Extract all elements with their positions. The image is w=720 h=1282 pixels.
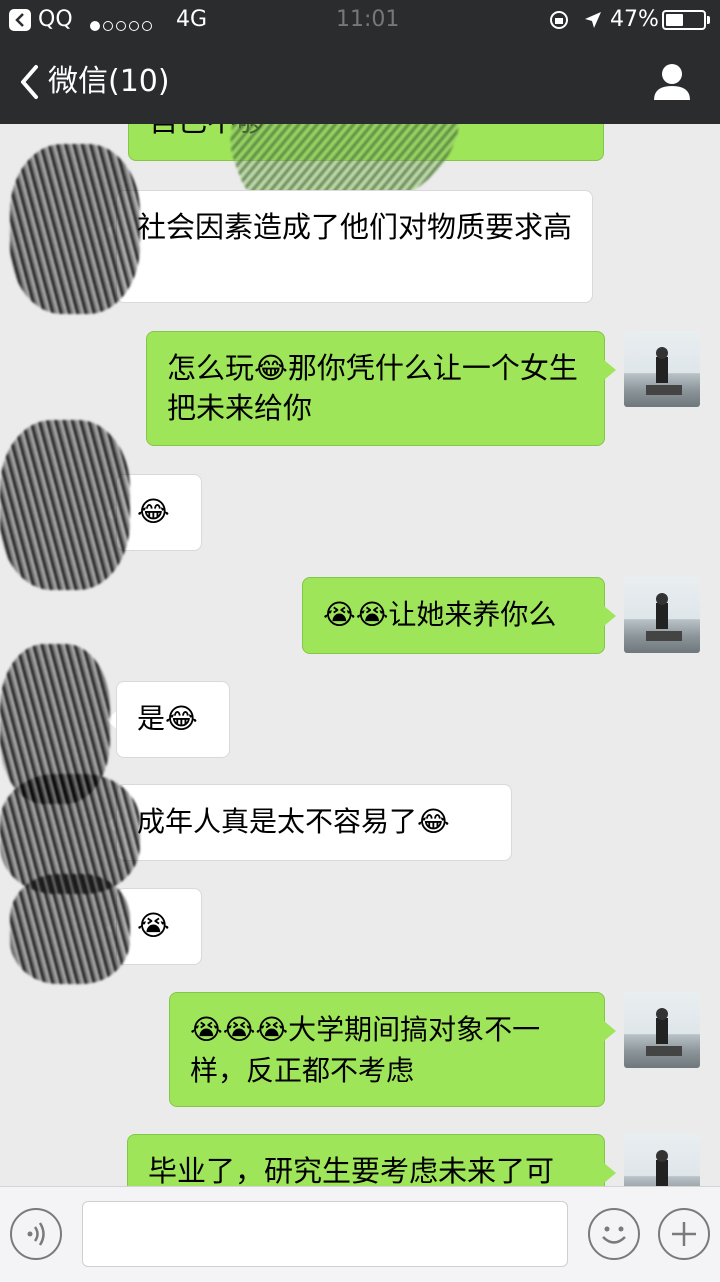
add-button[interactable]: [658, 1208, 710, 1260]
redacted-avatar: [10, 144, 140, 314]
bubble-tail: [604, 606, 616, 626]
message-bubble-outgoing[interactable]: 怎么玩😂那你凭什么让一个女生把未来给你: [146, 331, 605, 446]
person-icon[interactable]: [650, 62, 694, 102]
message-text: 成年人真是太不容易了😂: [137, 805, 450, 838]
avatar[interactable]: [624, 331, 700, 407]
chevron-left-icon: [21, 65, 38, 99]
avatar[interactable]: [624, 577, 700, 653]
rotation-lock-icon: [550, 11, 568, 29]
back-app-label[interactable]: QQ: [38, 7, 73, 32]
plus-icon: [672, 1222, 696, 1246]
status-time: 11:01: [336, 7, 400, 32]
message-text: 怎么玩😂那你凭什么让一个女生把未来给你: [167, 351, 578, 425]
back-to-app-icon[interactable]: [9, 9, 31, 31]
message-bubble-outgoing[interactable]: 😭😭😭大学期间搞对象不一样，反正都不考虑: [169, 992, 605, 1107]
chat-area[interactable]: 自己不够 社会因素造成了他们对物质要求高 怎么玩😂那你凭什么让一个女生把未来给你…: [0, 124, 720, 1186]
emoji-button[interactable]: [588, 1208, 640, 1260]
message-bubble-incoming[interactable]: 社会因素造成了他们对物质要求高: [116, 190, 593, 303]
message-bubble-incoming[interactable]: 是😂: [116, 681, 230, 758]
nav-bar: 微信(10): [0, 40, 720, 124]
battery-icon: [662, 10, 706, 30]
network-type: 4G: [176, 7, 208, 32]
voice-button[interactable]: [10, 1208, 62, 1260]
message-text: 是😂: [137, 702, 198, 735]
battery-fill: [666, 14, 683, 26]
message-text: 😂: [137, 495, 170, 528]
battery-tip: [707, 16, 710, 24]
message-text: 😭😭😭大学期间搞对象不一样，反正都不考虑: [190, 1013, 541, 1087]
message-text: 😭😭让她来养你么: [323, 598, 557, 631]
chat-title: 微信(10): [48, 64, 170, 99]
bubble-tail: [604, 1021, 616, 1041]
message-text: 😭: [137, 909, 170, 942]
message-text: 社会因素造成了他们对物质要求高: [137, 210, 573, 244]
redacted-avatar: [10, 874, 130, 984]
signal-strength-icon: [90, 12, 155, 37]
bubble-tail: [604, 360, 616, 380]
voice-icon: [27, 1222, 45, 1246]
message-bubble-incoming[interactable]: 成年人真是太不容易了😂: [116, 784, 512, 861]
location-arrow-icon: [585, 12, 601, 28]
back-button[interactable]: 微信(10): [18, 62, 170, 102]
battery-percent: 47%: [610, 7, 659, 32]
avatar[interactable]: [624, 1134, 700, 1186]
message-bubble-outgoing[interactable]: 毕业了，研究生要考虑未来了可: [127, 1134, 605, 1186]
message-input[interactable]: [82, 1201, 568, 1267]
smiley-icon: [602, 1226, 626, 1244]
avatar[interactable]: [624, 992, 700, 1068]
message-text: 毕业了，研究生要考虑未来了可: [148, 1154, 555, 1186]
bubble-tail: [604, 1163, 616, 1183]
redacted-avatar: [0, 420, 130, 590]
message-bubble-outgoing[interactable]: 😭😭让她来养你么: [302, 577, 605, 654]
input-bar: [0, 1186, 720, 1282]
status-bar: QQ 4G 11:01 47%: [0, 0, 720, 40]
